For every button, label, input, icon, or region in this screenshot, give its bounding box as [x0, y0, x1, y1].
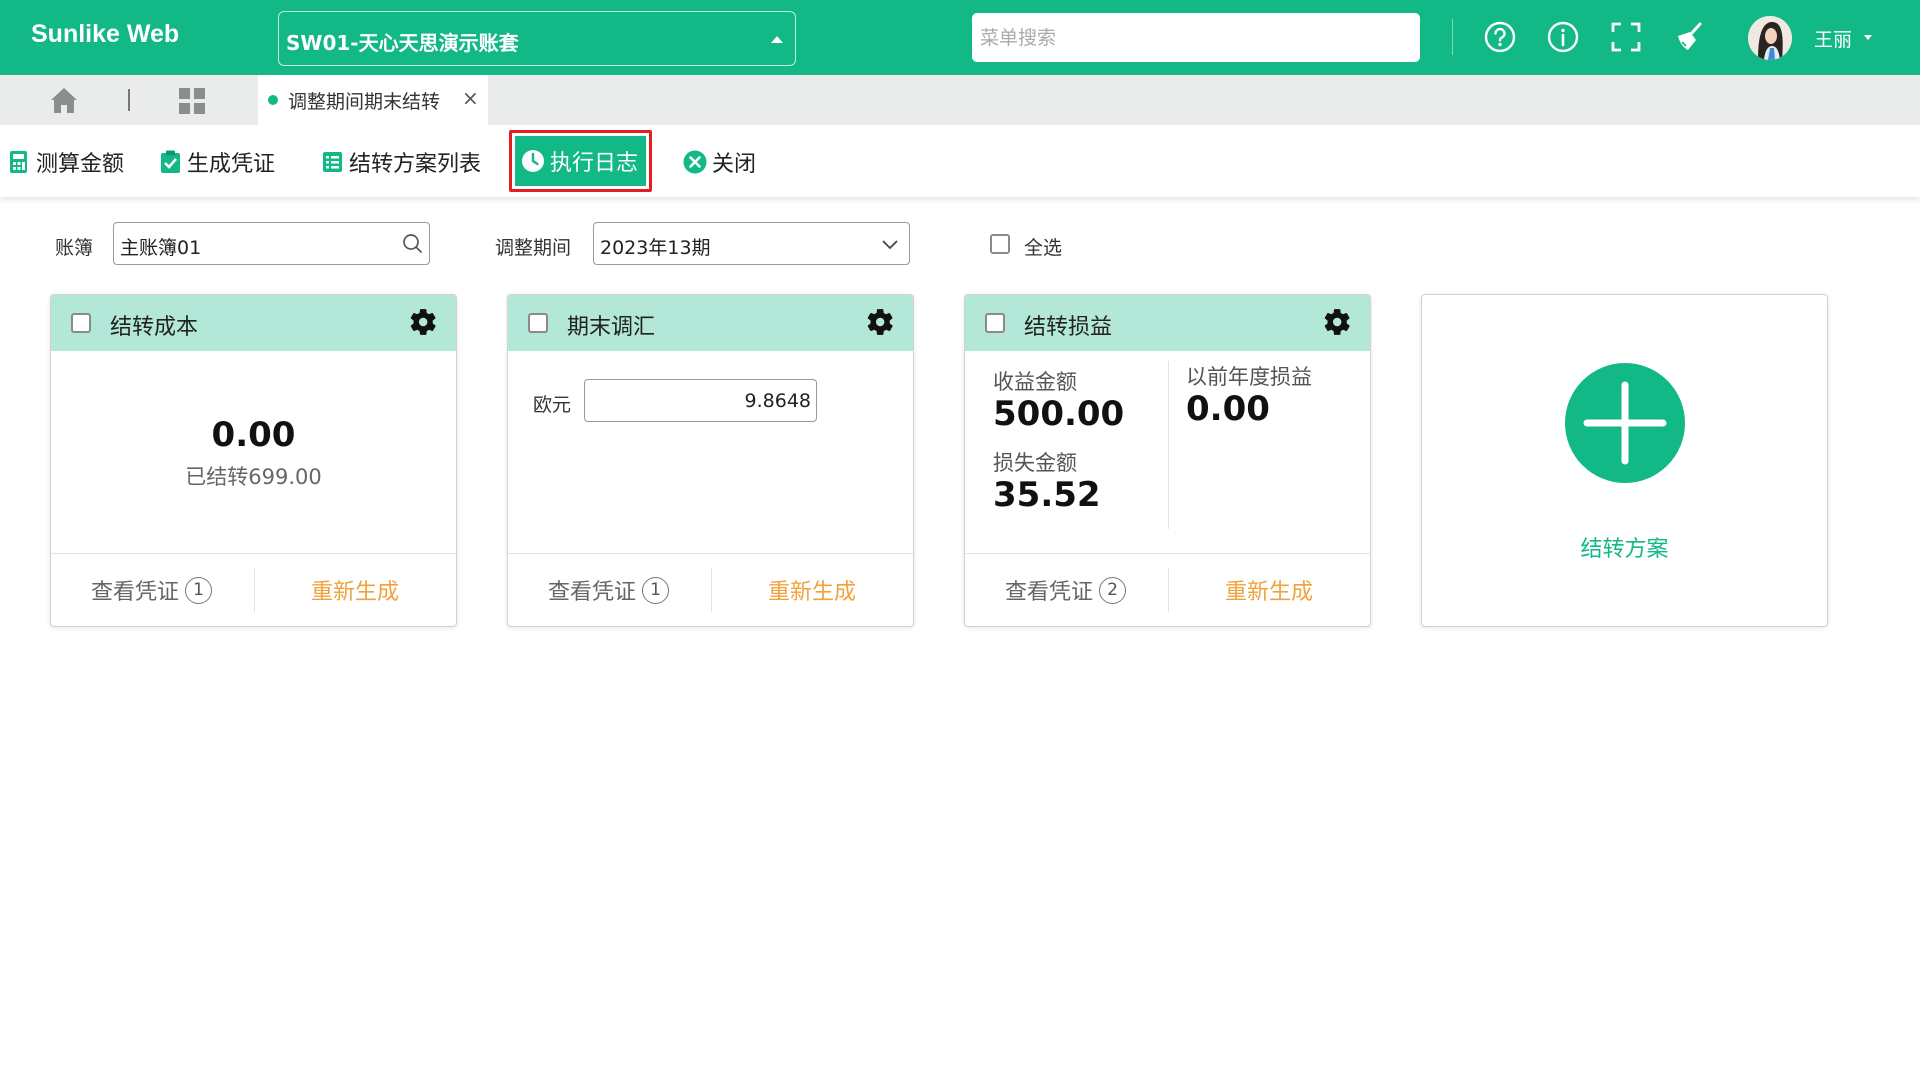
fullscreen-icon[interactable] [1609, 20, 1643, 54]
exchange-rate-input[interactable]: 9.8648 [584, 379, 817, 422]
list-icon [323, 152, 342, 172]
execution-log-label: 执行日志 [550, 151, 639, 176]
card-title: 期末调汇 [567, 315, 656, 340]
calc-amount-label: 测算金额 [36, 152, 125, 177]
card-footer: 查看凭证 1 重新生成 [51, 553, 456, 626]
home-icon[interactable] [48, 85, 80, 115]
prior-year-label: 以前年度损益 [1186, 365, 1312, 389]
close-icon[interactable]: × [462, 86, 479, 110]
exchange-rate-value: 9.8648 [744, 390, 811, 412]
transferred-amount: 已结转699.00 [185, 465, 322, 489]
account-selector[interactable]: SW01-天心天思演示账套 [278, 11, 796, 66]
voucher-count-badge: 2 [1099, 576, 1127, 604]
cost-amount: 0.00 [211, 415, 296, 455]
top-header: Sunlike Web SW01-天心天思演示账套 王丽 [0, 0, 1920, 75]
card-title: 结转损益 [1024, 315, 1113, 340]
card-checkbox[interactable] [528, 313, 548, 333]
execution-log-button[interactable]: 执行日志 [509, 130, 653, 192]
avatar[interactable] [1748, 16, 1792, 60]
close-label: 关闭 [712, 152, 757, 177]
regenerate-link[interactable]: 重新生成 [1225, 574, 1313, 606]
ledger-field[interactable]: 主账簿01 [113, 222, 430, 265]
select-all-label: 全选 [1024, 237, 1063, 259]
select-all-checkbox[interactable] [990, 234, 1010, 254]
brand-logo: Sunlike Web [31, 20, 180, 48]
toolbar: 测算金额 生成凭证 结转方案列表 执行日志 关闭 [0, 125, 1920, 197]
scheme-list-label: 结转方案列表 [349, 152, 482, 177]
card-checkbox[interactable] [985, 313, 1005, 333]
card-checkbox[interactable] [71, 313, 91, 333]
generate-voucher-button[interactable]: 生成凭证 [160, 146, 275, 178]
income-label: 收益金额 [993, 370, 1077, 394]
add-scheme-card[interactable]: 结转方案 [1421, 294, 1828, 627]
info-icon[interactable] [1546, 20, 1580, 54]
regenerate-link[interactable]: 重新生成 [768, 574, 856, 606]
footer-divider [254, 568, 255, 612]
card-footer: 查看凭证 2 重新生成 [965, 553, 1370, 626]
add-scheme-label[interactable]: 结转方案 [1422, 531, 1827, 563]
card-footer: 查看凭证 1 重新生成 [508, 553, 913, 626]
clean-icon[interactable] [1672, 20, 1706, 54]
chevron-down-icon[interactable] [1864, 35, 1872, 40]
income-value: 500.00 [993, 394, 1125, 434]
gear-icon[interactable] [867, 308, 895, 336]
close-button[interactable]: 关闭 [683, 146, 756, 178]
voucher-count-badge: 1 [185, 576, 213, 604]
card-profit-loss-transfer: 结转损益 收益金额 500.00 损失金额 35.52 以前年度损益 0.00 … [964, 294, 1371, 627]
prior-year-value: 0.00 [1186, 389, 1270, 429]
card-column-divider [1168, 361, 1169, 529]
header-divider [1452, 19, 1453, 55]
ledger-label: 账簿 [55, 237, 94, 259]
gear-icon[interactable] [410, 308, 438, 336]
calc-amount-button[interactable]: 测算金额 [9, 146, 124, 178]
ledger-value: 主账簿01 [120, 237, 202, 259]
voucher-count-badge: 1 [642, 576, 670, 604]
view-voucher-link[interactable]: 查看凭证 1 [548, 574, 670, 606]
scheme-list-button[interactable]: 结转方案列表 [322, 146, 481, 178]
footer-divider [1168, 568, 1169, 612]
card-header: 结转损益 [965, 295, 1370, 351]
footer-divider [711, 568, 712, 612]
tab-separator [128, 89, 130, 111]
tab-period-end-transfer[interactable]: 调整期间期末结转 × [258, 75, 488, 125]
card-exchange-adjust: 期末调汇 欧元 9.8648 查看凭证 1 重新生成 [507, 294, 914, 627]
view-voucher-label: 查看凭证 [548, 580, 637, 605]
loss-label: 损失金额 [993, 451, 1077, 475]
chevron-down-icon [882, 240, 898, 250]
menu-search-input[interactable] [972, 13, 1420, 62]
gear-icon[interactable] [1324, 308, 1352, 336]
clock-icon [522, 150, 544, 172]
period-select[interactable]: 2023年13期 [593, 222, 910, 265]
account-selector-value: SW01-天心天思演示账套 [286, 31, 519, 55]
tab-active-dot [268, 95, 278, 105]
tab-label: 调整期间期末结转 [288, 91, 441, 113]
card-cost-transfer: 结转成本 0.00 已结转699.00 查看凭证 1 重新生成 [50, 294, 457, 627]
currency-label: 欧元 [533, 394, 572, 416]
plus-icon[interactable] [1565, 363, 1685, 483]
regenerate-link[interactable]: 重新生成 [311, 574, 399, 606]
caret-up-icon [771, 36, 783, 43]
generate-voucher-label: 生成凭证 [187, 152, 276, 177]
close-circle-icon [683, 150, 707, 174]
period-label: 调整期间 [495, 237, 572, 259]
card-header: 期末调汇 [508, 295, 913, 351]
apps-icon[interactable] [178, 87, 206, 115]
loss-value: 35.52 [993, 475, 1101, 515]
help-icon[interactable] [1483, 20, 1517, 54]
calculator-icon [10, 151, 27, 173]
view-voucher-link[interactable]: 查看凭证 2 [1005, 574, 1127, 606]
view-voucher-label: 查看凭证 [91, 580, 180, 605]
card-title: 结转成本 [110, 315, 199, 340]
tab-bar: 调整期间期末结转 × [0, 75, 1920, 125]
user-name[interactable]: 王丽 [1814, 25, 1852, 52]
view-voucher-link[interactable]: 查看凭证 1 [91, 574, 213, 606]
view-voucher-label: 查看凭证 [1005, 580, 1094, 605]
clipboard-check-icon [161, 150, 180, 173]
card-header: 结转成本 [51, 295, 456, 351]
period-value: 2023年13期 [600, 237, 711, 259]
search-icon[interactable] [402, 233, 423, 254]
